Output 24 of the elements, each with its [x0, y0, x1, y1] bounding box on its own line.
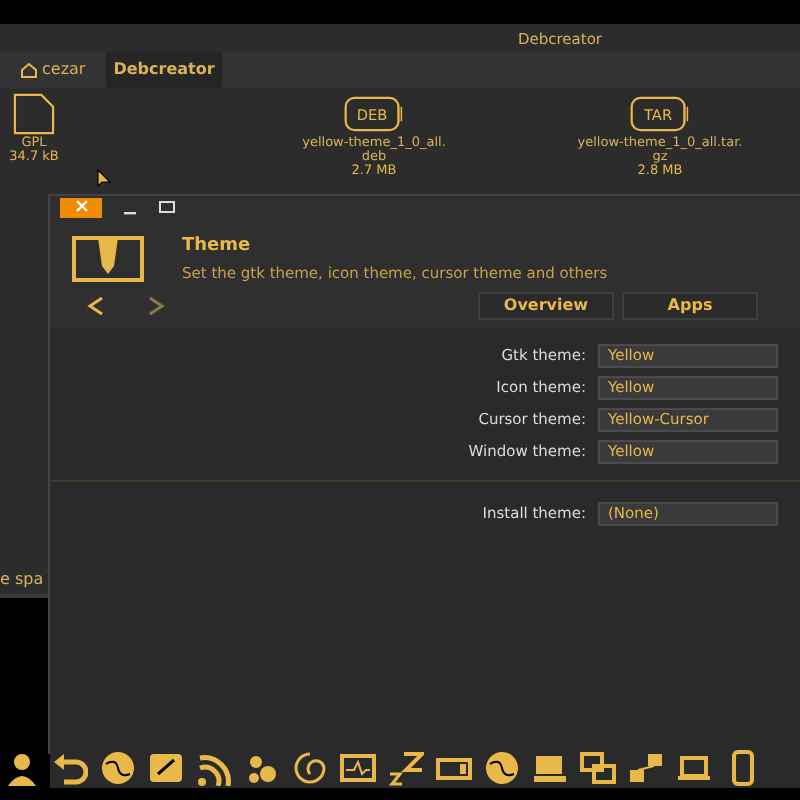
undo-icon[interactable]	[52, 750, 88, 786]
laptop-icon[interactable]	[676, 750, 712, 786]
swirl-icon[interactable]	[292, 750, 328, 786]
person-icon[interactable]	[4, 750, 40, 786]
network-icon[interactable]	[628, 750, 664, 786]
settings-title: Theme	[182, 234, 253, 260]
rss-icon[interactable]	[196, 750, 232, 786]
file-icon	[12, 92, 56, 136]
sleep-icon[interactable]	[388, 750, 424, 786]
path-button[interactable]: Debcreator	[105, 52, 223, 88]
close-button[interactable]	[60, 197, 102, 217]
home-icon	[20, 62, 38, 78]
globe-icon[interactable]	[484, 750, 520, 786]
close-icon	[75, 200, 87, 213]
pointer-icon	[96, 168, 112, 190]
path-button[interactable]: cezar	[12, 52, 94, 88]
tab[interactable]: Apps	[622, 292, 758, 320]
monitor-icon[interactable]	[340, 750, 376, 786]
tab[interactable]: Overview	[478, 292, 614, 320]
theme-tie-icon	[70, 234, 146, 284]
status-text: e spa	[0, 568, 44, 592]
maximize-icon[interactable]	[158, 199, 176, 215]
globe-icon[interactable]	[100, 750, 136, 786]
windows-icon[interactable]	[580, 750, 616, 786]
